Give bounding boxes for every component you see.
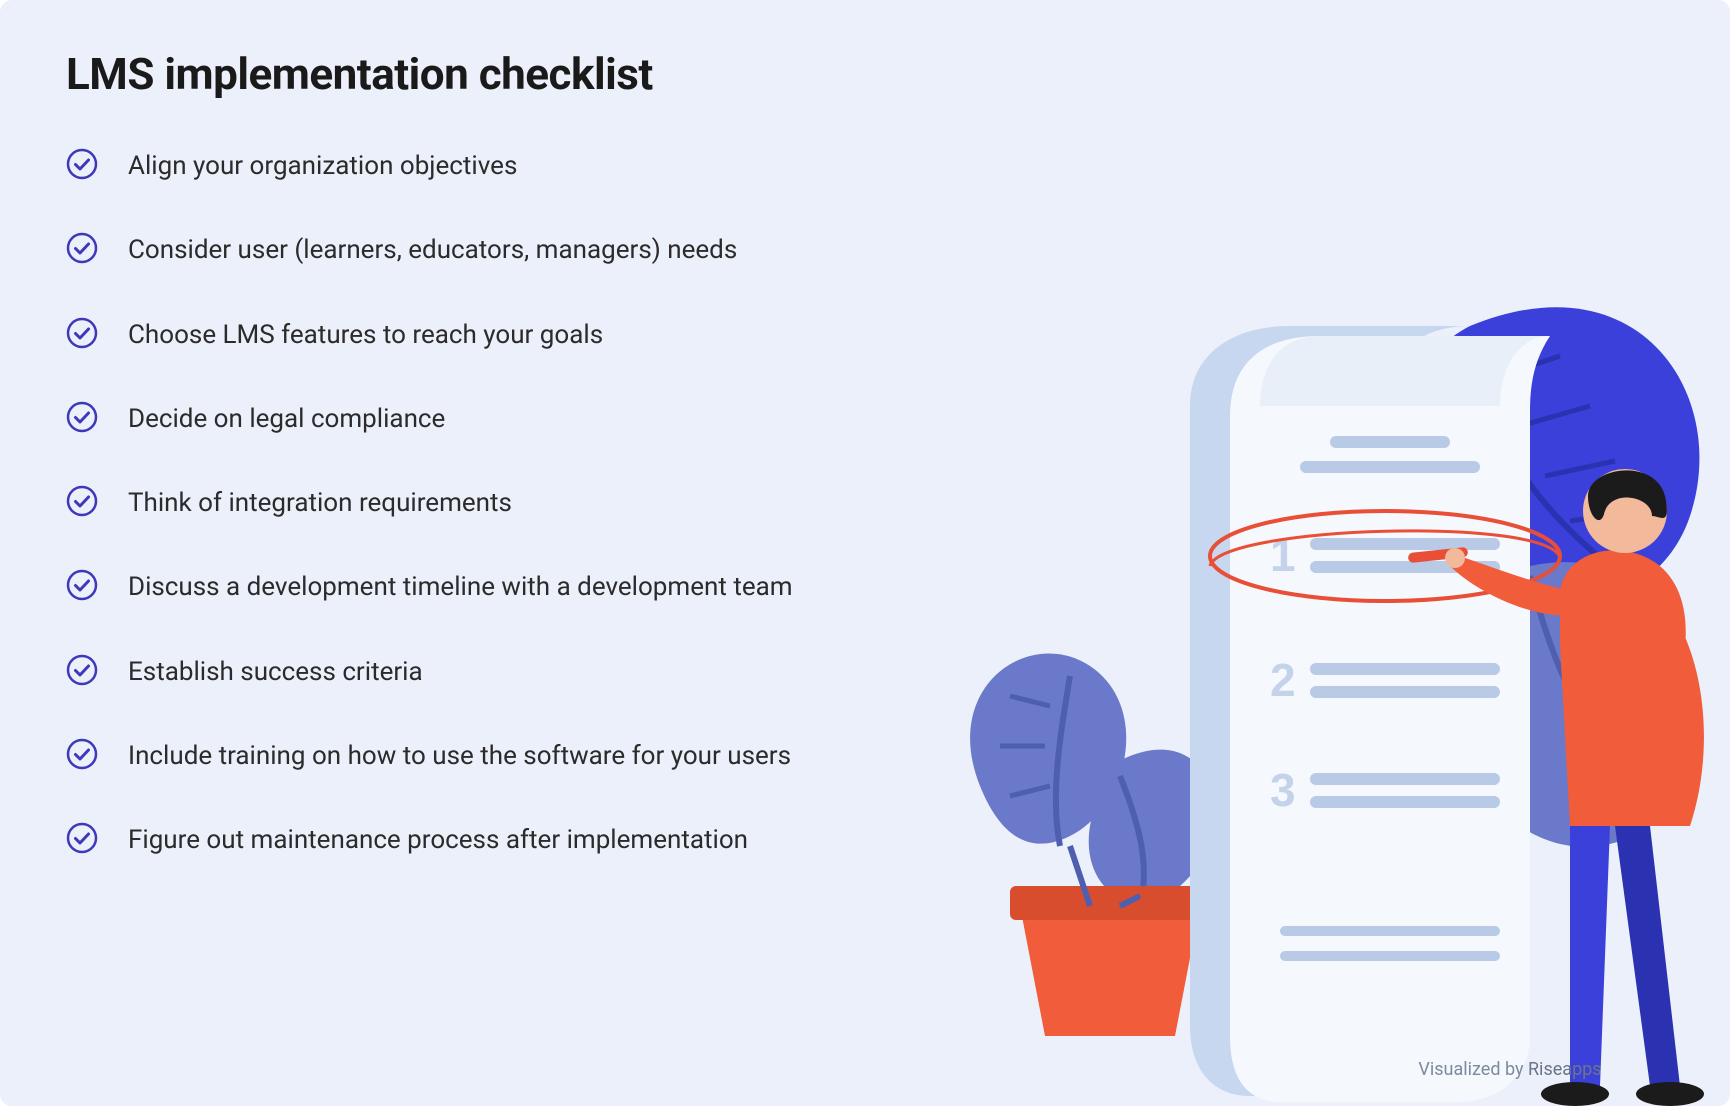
list-item-label: Think of integration requirements [128, 483, 512, 523]
content-column: LMS implementation checklist Align your … [66, 48, 966, 905]
check-circle-icon [66, 654, 98, 686]
check-circle-icon [66, 148, 98, 180]
check-circle-icon [66, 232, 98, 264]
list-item-label: Consider user (learners, educators, mana… [128, 230, 737, 270]
infographic-card: LMS implementation checklist Align your … [0, 0, 1730, 1106]
list-item-label: Figure out maintenance process after imp… [128, 820, 748, 860]
document-icon: 1 2 3 [1190, 326, 1560, 1102]
check-circle-icon [66, 738, 98, 770]
list-item-label: Include training on how to use the softw… [128, 736, 791, 776]
list-item: Choose LMS features to reach your goals [66, 315, 966, 355]
page-title: LMS implementation checklist [66, 48, 966, 100]
svg-text:2: 2 [1270, 654, 1296, 706]
list-item: Discuss a development timeline with a de… [66, 567, 966, 607]
list-item: Align your organization objectives [66, 146, 966, 186]
credit-prefix: Visualized by [1418, 1059, 1528, 1080]
person-icon [1408, 469, 1704, 1106]
list-item: Figure out maintenance process after imp… [66, 820, 966, 860]
leaf-icon [1465, 562, 1698, 847]
list-item-label: Choose LMS features to reach your goals [128, 315, 603, 355]
svg-text:1: 1 [1270, 529, 1296, 581]
svg-text:3: 3 [1270, 764, 1296, 816]
plant-icon [970, 653, 1215, 1036]
list-item: Include training on how to use the softw… [66, 736, 966, 776]
illustration: 1 2 3 [910, 266, 1730, 1106]
list-item: Decide on legal compliance [66, 399, 966, 439]
check-circle-icon [66, 317, 98, 349]
leaf-icon [1414, 307, 1700, 606]
check-circle-icon [66, 569, 98, 601]
check-circle-icon [66, 485, 98, 517]
credit-brand: Riseapps [1528, 1059, 1602, 1080]
list-item-label: Decide on legal compliance [128, 399, 445, 439]
checklist: Align your organization objectives Consi… [66, 146, 966, 861]
list-item-label: Establish success criteria [128, 652, 423, 692]
list-item: Establish success criteria [66, 652, 966, 692]
list-item-label: Discuss a development timeline with a de… [128, 567, 793, 607]
credit-line: Visualized by Riseapps [1380, 1059, 1640, 1080]
check-circle-icon [66, 401, 98, 433]
list-item-label: Align your organization objectives [128, 146, 517, 186]
check-circle-icon [66, 822, 98, 854]
list-item: Think of integration requirements [66, 483, 966, 523]
list-item: Consider user (learners, educators, mana… [66, 230, 966, 270]
